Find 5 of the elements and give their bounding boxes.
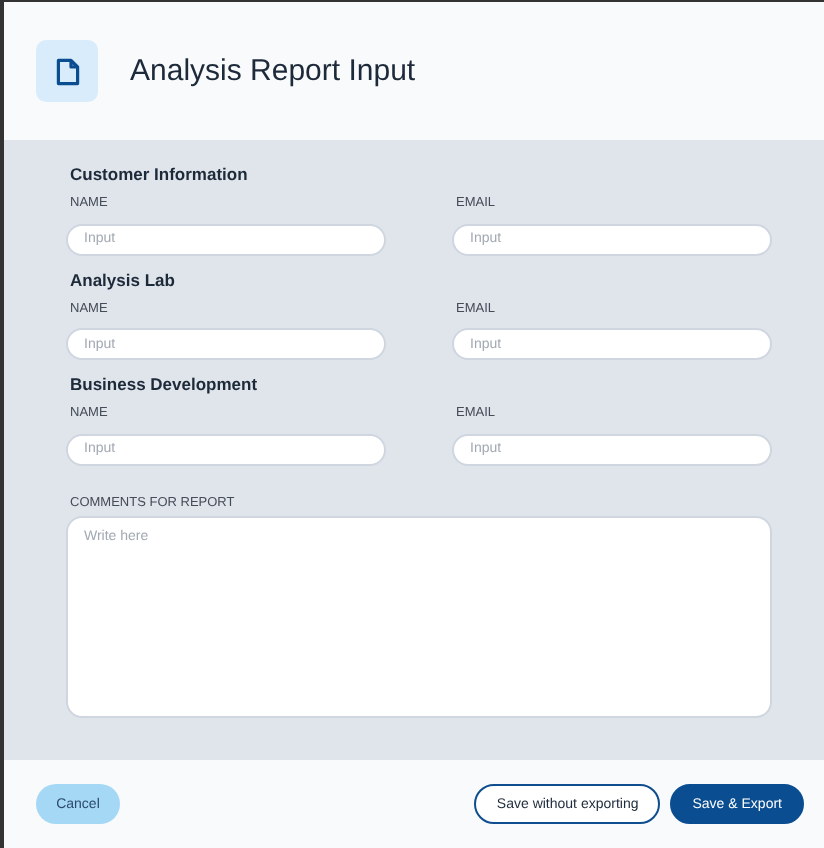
document-icon (36, 40, 98, 102)
section-title: Business Development (70, 374, 260, 394)
section-title: Customer Information (70, 164, 250, 184)
dialog-title: Analysis Report Input (130, 54, 416, 88)
section-title: Analysis Lab (70, 269, 177, 289)
